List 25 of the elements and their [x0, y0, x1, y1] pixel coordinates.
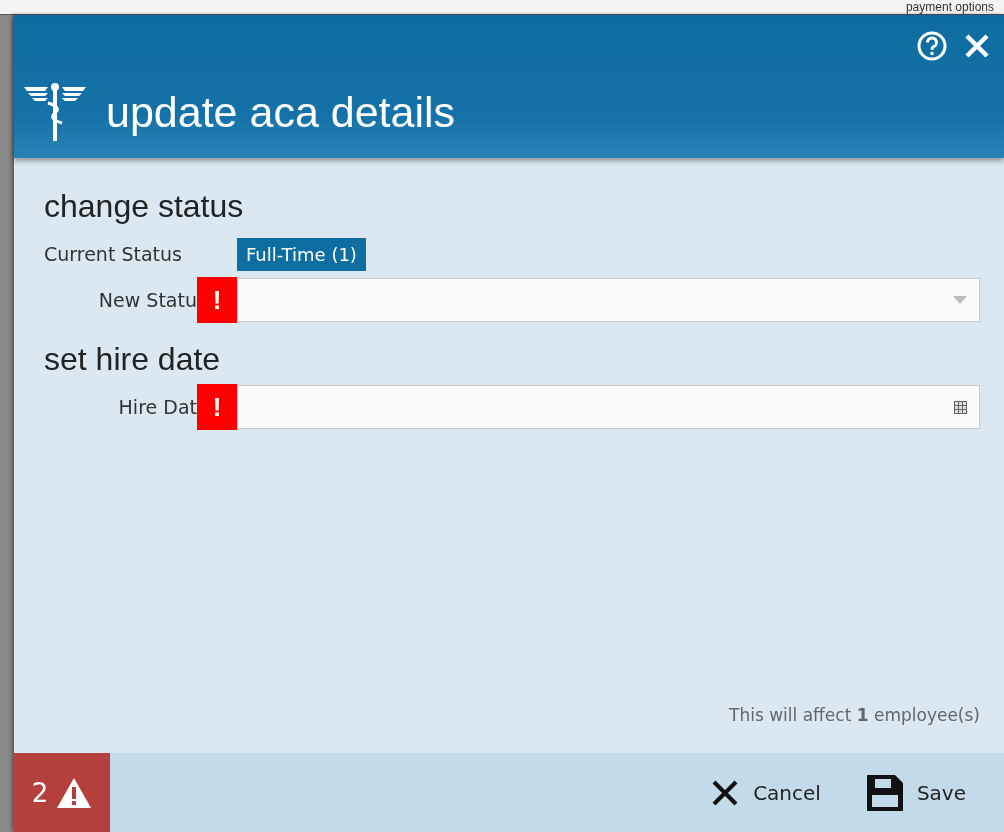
calendar-icon	[954, 400, 967, 414]
section-heading: set hire date	[44, 341, 222, 378]
field-label: New Statu	[97, 289, 197, 311]
error-count-badge[interactable]: 2	[14, 753, 110, 832]
error-count: 2	[31, 777, 49, 808]
field-label: Current Status	[44, 243, 183, 265]
page-heading: payment options	[905, 0, 994, 14]
field-label: Hire Dat	[117, 396, 197, 418]
cancel-button[interactable]: Cancel	[707, 770, 825, 815]
error-marker: !	[197, 277, 237, 323]
warning-icon	[56, 776, 93, 809]
status-badge: Full-Time (1)	[237, 237, 366, 271]
close-icon	[711, 778, 740, 807]
close-button[interactable]	[964, 33, 990, 59]
section-heading: change status	[44, 188, 245, 225]
caret-icon	[953, 296, 967, 304]
caduceus-icon	[24, 83, 86, 141]
dialog-title: update aca details	[106, 87, 456, 137]
error-marker: !	[197, 384, 237, 430]
close-icon	[964, 33, 990, 59]
affect-note: This will affect 1 employee(s)	[728, 705, 980, 727]
date-field[interactable]	[237, 385, 980, 429]
help-icon	[916, 30, 948, 62]
help-button[interactable]	[916, 30, 948, 62]
save-button[interactable]: Save	[862, 770, 970, 815]
